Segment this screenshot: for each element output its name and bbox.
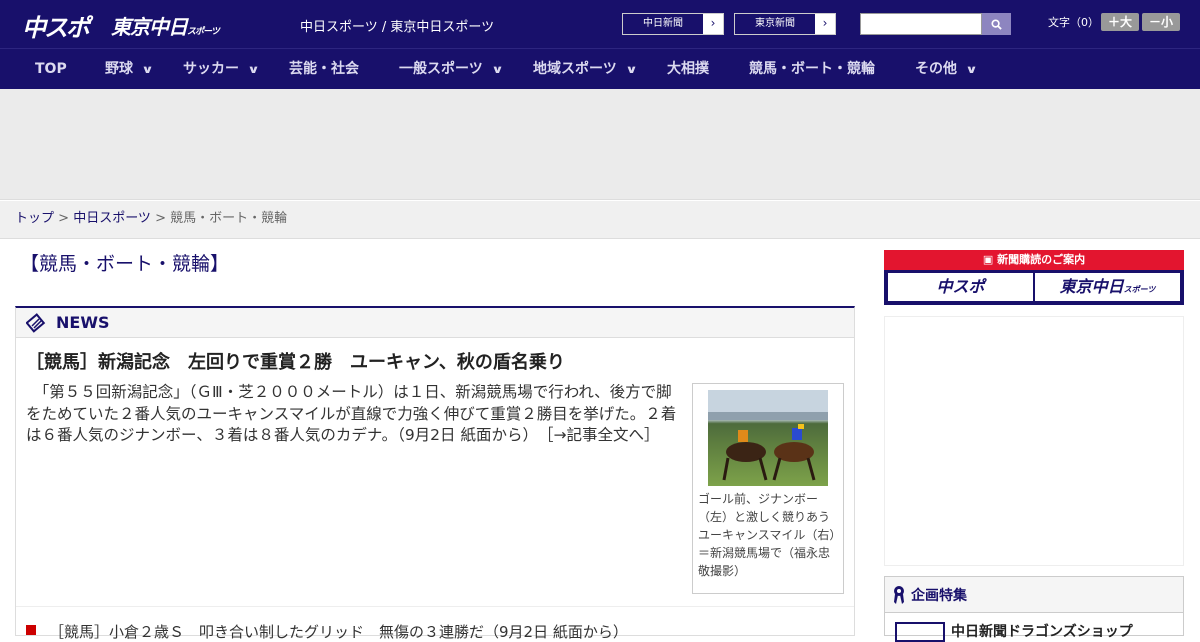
chevron-down-icon: ∨ (247, 63, 260, 76)
breadcrumb-section[interactable]: 中日スポーツ (73, 211, 151, 226)
chunichi-shimbun-button[interactable]: 中日新聞 › (622, 13, 724, 35)
promo-title-text: 新聞購読のご案内 (997, 253, 1086, 266)
subscription-promo: ▣ 新聞購読のご案内 中スポ 東京中日スポーツ (884, 250, 1184, 305)
top-header: 中スポ 東京中日スポーツ 中日スポーツ / 東京中日スポーツ 中日新聞 › 東京… (0, 0, 1200, 48)
nav-item-baseball[interactable]: 野球 ∨ (105, 49, 154, 90)
breadcrumb-separator: > (150, 211, 171, 226)
tokyo-chunichi-logo[interactable]: 東京中日スポーツ (111, 11, 220, 40)
breadcrumb-home[interactable]: トップ (15, 211, 54, 226)
font-smaller-button[interactable]: －小 (1142, 13, 1180, 31)
feature-title: 企画特集 (911, 587, 967, 604)
photo-caption: ゴール前、ジナンボー（左）と激しく競りあうユーキャンスマイル（右）＝新潟競馬場で… (698, 492, 836, 578)
ribbon-icon (894, 585, 904, 604)
news-header: NEWS (16, 308, 854, 338)
tokyo-logo-text: 東京中日 (111, 15, 188, 39)
chevron-down-icon: ∨ (965, 63, 978, 76)
chevron-down-icon: ∨ (624, 63, 638, 76)
promo-title: ▣ 新聞購読のご案内 (884, 250, 1184, 270)
chevron-down-icon: ∨ (141, 63, 154, 76)
breadcrumb-separator: > (54, 211, 74, 226)
news-section: NEWS ［競馬］新潟記念 左回りで重賞２勝 ユーキャン、秋の盾名乗り 「第５５… (15, 306, 855, 641)
nav-item-sumo[interactable]: 大相撲 (667, 49, 709, 90)
nav-label: TOP (35, 61, 67, 77)
nav-item-soccer[interactable]: サッカー ∨ (183, 49, 260, 90)
main-nav: TOP 野球 ∨ サッカー ∨ 芸能・社会 一般スポーツ ∨ 地域スポーツ ∨ 大相撲 … (0, 48, 1200, 89)
article-summary[interactable]: 「第５５回新潟記念」（ＧⅢ・芝２０００メートル）は１日、新潟競馬場で行われ、後方… (26, 382, 682, 447)
tokyo-chunichi-subscribe-button[interactable]: 東京中日スポーツ (1035, 273, 1180, 301)
search-input[interactable] (860, 13, 982, 35)
search-button[interactable] (982, 13, 1011, 35)
nav-label: サッカー (183, 61, 239, 77)
chevron-right-icon: › (710, 16, 716, 30)
font-size-label: 文字（0） (1048, 16, 1099, 29)
chuspo-logo[interactable]: 中スポ (22, 8, 90, 43)
tokyo-logo-suffix: スポーツ (187, 27, 220, 37)
breadcrumb-current: 競馬・ボート・競輪 (170, 211, 288, 226)
font-larger-button[interactable]: ＋大 (1101, 13, 1139, 31)
promo-button-label: 中スポ (936, 277, 985, 296)
bullet-icon (26, 625, 36, 635)
nav-label: 競馬・ボート・競輪 (749, 61, 875, 77)
feature-panel: 企画特集 中日新聞ドラゴンズショップ (884, 576, 1184, 642)
list-item[interactable]: ［競馬］小倉２歳Ｓ 叩き合い制したグリッド 無傷の３連勝だ（9月2日 紙面から） (16, 606, 854, 641)
promo-button-label: 東京中日 (1059, 277, 1124, 296)
chevron-down-icon: ∨ (490, 63, 504, 76)
article-photo-card[interactable]: ゴール前、ジナンボー（左）と激しく競りあうユーキャンスマイル（右）＝新潟競馬場で… (692, 383, 844, 594)
search-icon (991, 18, 1002, 30)
nav-item-racing[interactable]: 競馬・ボート・競輪 (749, 49, 875, 90)
horse-race-photo (708, 390, 828, 486)
nav-item-local-sports[interactable]: 地域スポーツ ∨ (533, 49, 638, 90)
list-item-title: ［競馬］小倉２歳Ｓ 叩き合い制したグリッド 無傷の３連勝だ（9月2日 紙面から） (49, 623, 628, 641)
nav-label: 芸能・社会 (289, 61, 359, 77)
shop-logo[interactable] (895, 622, 945, 642)
ad-banner-area (0, 89, 1200, 200)
page-title: 【競馬・ボート・競輪】 (20, 253, 230, 275)
nav-label: 野球 (105, 61, 133, 77)
nav-label: 一般スポーツ (399, 61, 483, 77)
nav-item-top[interactable]: TOP (35, 49, 67, 90)
breadcrumb: トップ > 中日スポーツ > 競馬・ボート・競輪 (0, 201, 1200, 239)
nav-label: その他 (915, 61, 957, 77)
news-header-label: NEWS (56, 313, 110, 332)
nav-item-other[interactable]: その他 ∨ (915, 49, 978, 90)
article-headline[interactable]: ［競馬］新潟記念 左回りで重賞２勝 ユーキャン、秋の盾名乗り (26, 348, 565, 374)
nav-label: 地域スポーツ (533, 61, 617, 77)
nav-label: 大相撲 (667, 61, 709, 77)
site-links[interactable]: 中日スポーツ / 東京中日スポーツ (300, 16, 494, 35)
promo-button-suffix: スポーツ (1123, 285, 1156, 294)
feature-item-link[interactable]: 中日新聞ドラゴンズショップ (951, 621, 1133, 641)
chuspo-subscribe-button[interactable]: 中スポ (888, 273, 1033, 301)
nav-item-entertainment[interactable]: 芸能・社会 (289, 49, 359, 90)
nav-item-general-sports[interactable]: 一般スポーツ ∨ (399, 49, 504, 90)
tokyo-shimbun-label: 東京新聞 (735, 14, 815, 34)
tokyo-shimbun-button[interactable]: 東京新聞 › (734, 13, 836, 35)
news-ticket-icon (26, 312, 46, 333)
newspaper-icon: ▣ (982, 253, 998, 266)
chunichi-shimbun-label: 中日新聞 (623, 14, 703, 34)
sidebar-ad (884, 316, 1184, 566)
chevron-right-icon: › (822, 16, 828, 30)
feature-header: 企画特集 (885, 577, 1183, 613)
